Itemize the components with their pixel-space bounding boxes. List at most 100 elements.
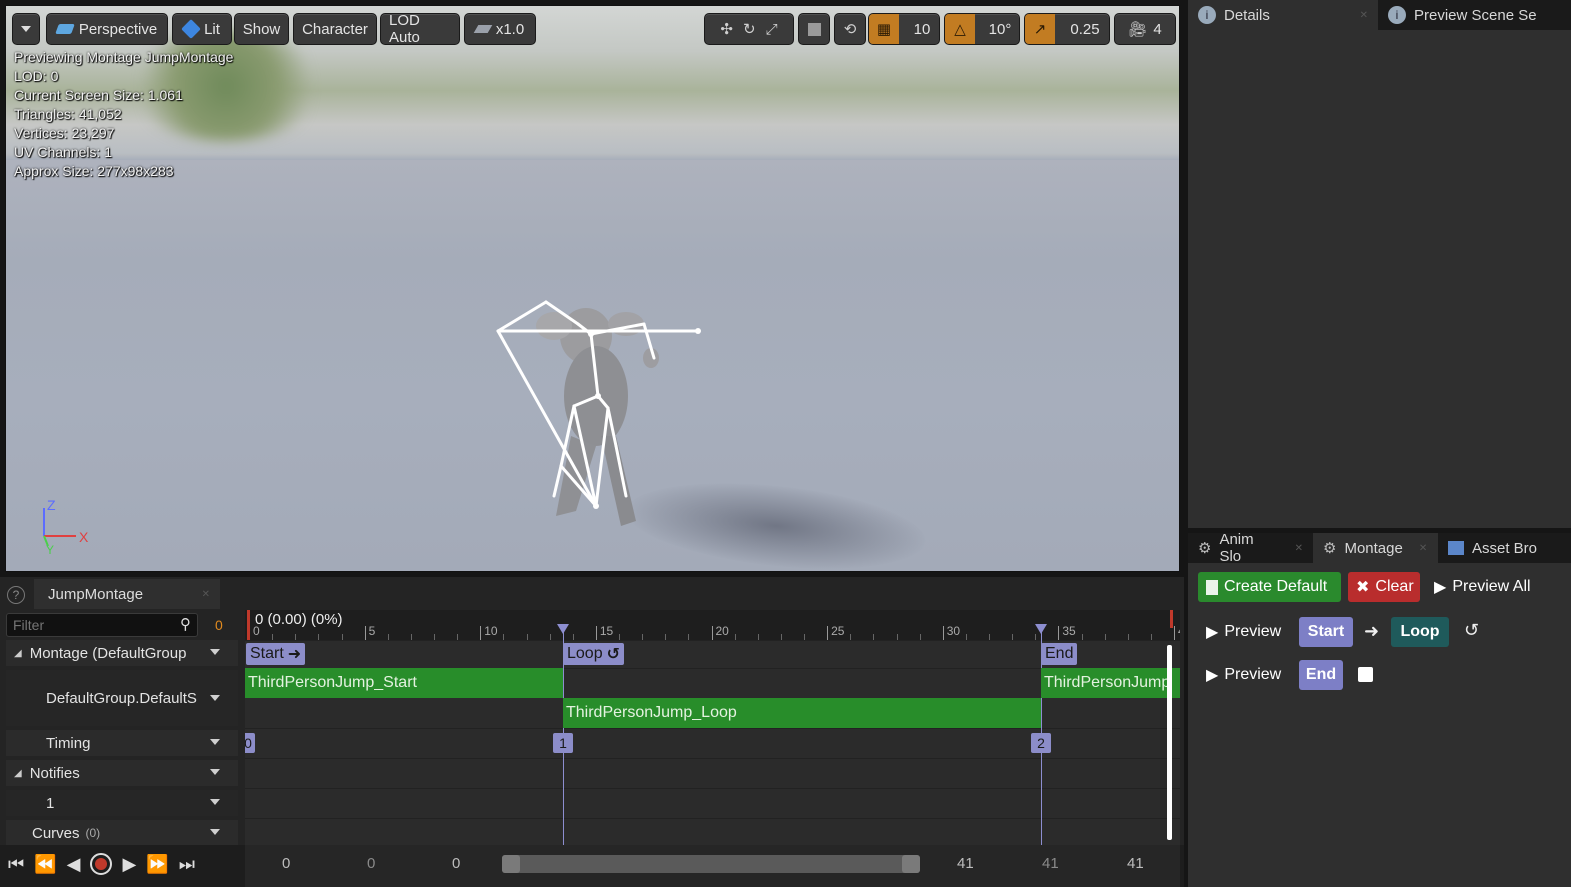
work-start[interactable]: 0 xyxy=(452,855,460,872)
preview-viewport[interactable]: Perspective Lit Show Character LOD Auto … xyxy=(5,5,1180,572)
character-label: Character xyxy=(302,20,368,38)
section-flag-icon[interactable] xyxy=(1035,624,1047,634)
section-marker-loop[interactable]: Loop ↺ xyxy=(563,643,624,665)
chevron-down-icon[interactable] xyxy=(210,769,220,775)
surface-snap-button[interactable]: ⟲ xyxy=(834,13,866,45)
lit-button[interactable]: Lit xyxy=(172,13,232,45)
chevron-down-icon[interactable] xyxy=(210,649,220,655)
filter-count: 0 xyxy=(215,617,223,633)
collapse-icon[interactable]: ◢ xyxy=(14,768,22,779)
tab-montage-label: Montage xyxy=(1344,539,1403,557)
tab-jump-montage[interactable]: JumpMontage ✕ xyxy=(34,579,220,609)
section-label: End xyxy=(1045,645,1074,662)
transport-controls: ⏮ ⏪ ◀ ▶ ⏩ ⏭ xyxy=(8,853,195,875)
tick-mark xyxy=(1058,626,1060,640)
track-timing[interactable]: Timing xyxy=(6,730,238,756)
tab-asset-browser[interactable]: Asset Bro xyxy=(1438,533,1571,563)
range-end[interactable]: 41 xyxy=(1042,855,1059,872)
show-button[interactable]: Show xyxy=(234,13,289,45)
scale-snap-button[interactable]: ↗ 0.25 xyxy=(1024,13,1110,45)
perspective-button[interactable]: Perspective xyxy=(46,13,168,45)
camera-icon: 🎥︎ xyxy=(1128,21,1148,38)
step-forward-icon[interactable]: ⏩ xyxy=(146,854,168,875)
record-icon[interactable] xyxy=(90,853,113,875)
filter-box[interactable]: ⚲ xyxy=(6,613,198,637)
tab-details[interactable]: i Details ✕ xyxy=(1188,0,1378,30)
filter-input[interactable] xyxy=(7,614,167,636)
play-icon[interactable]: ▶ xyxy=(122,854,136,875)
close-icon[interactable]: ✕ xyxy=(202,589,210,600)
transform-tools[interactable]: ✣ ↻ ⤢ xyxy=(704,13,794,45)
lod-button[interactable]: LOD Auto xyxy=(380,12,460,46)
translate-icon[interactable]: ✣ xyxy=(720,20,733,38)
grid-snap-button[interactable]: ▦ 10 xyxy=(868,13,940,45)
clear-button[interactable]: ✖ Clear xyxy=(1348,572,1420,602)
close-icon[interactable]: ✕ xyxy=(1360,10,1368,21)
range-start[interactable]: 0 xyxy=(367,855,375,872)
segment-jump-start[interactable]: ThirdPersonJump_Start xyxy=(245,668,563,698)
section-start-pill[interactable]: Start xyxy=(1299,617,1353,647)
tick-label: 10 xyxy=(484,624,498,638)
track-label: Notifies xyxy=(29,764,80,782)
create-default-button[interactable]: Create Default xyxy=(1198,572,1341,602)
preview-section-button[interactable]: ▶ Preview xyxy=(1198,617,1293,647)
skip-to-end-icon[interactable]: ⏭ xyxy=(179,854,195,875)
view-start[interactable]: 0 xyxy=(282,855,290,872)
play-reverse-icon[interactable]: ◀ xyxy=(67,854,81,875)
scale-icon[interactable]: ⤢ xyxy=(766,21,778,38)
vertical-scrollbar[interactable] xyxy=(1167,645,1172,840)
playback-speed-button[interactable]: x1.0 xyxy=(464,13,536,45)
section-marker-end[interactable]: End xyxy=(1041,643,1078,665)
tab-montage[interactable]: ⚙ Montage ✕ xyxy=(1313,533,1438,563)
work-end[interactable]: 41 xyxy=(957,855,974,872)
skip-to-start-icon[interactable]: ⏮ xyxy=(8,854,24,875)
segment-jump-end[interactable]: ThirdPersonJump xyxy=(1041,668,1180,698)
track-notifies[interactable]: ◢ Notifies xyxy=(6,760,238,786)
chevron-down-icon[interactable] xyxy=(210,695,220,701)
section-flag-icon[interactable] xyxy=(557,624,569,634)
axis-y-label: Y xyxy=(46,543,54,556)
segment-jump-loop[interactable]: ThirdPersonJump_Loop xyxy=(563,698,1041,728)
character-button[interactable]: Character xyxy=(293,13,377,45)
track-notify-1[interactable]: 1 xyxy=(6,790,238,816)
timing-marker[interactable]: 0 xyxy=(245,733,255,753)
stat-line: LOD: 0 xyxy=(14,68,59,84)
search-icon[interactable]: ⚲ xyxy=(180,615,191,633)
viewport-options-dropdown[interactable] xyxy=(12,13,40,45)
character-mannequin[interactable] xyxy=(486,286,716,546)
timing-label: 2 xyxy=(1037,735,1045,751)
section-loop-pill[interactable]: Loop xyxy=(1391,617,1449,647)
view-end[interactable]: 41 xyxy=(1127,855,1144,872)
rotation-snap-button[interactable]: △ 10° xyxy=(944,13,1020,45)
section-marker-start[interactable]: Start ➜ xyxy=(246,643,306,665)
preview-all-button[interactable]: ▶ Preview All xyxy=(1426,572,1556,602)
chevron-down-icon[interactable] xyxy=(210,799,220,805)
playhead[interactable] xyxy=(247,610,250,640)
playhead-readout: 0 (0.00) (0%) xyxy=(255,611,343,628)
camera-speed-button[interactable]: 🎥︎ 4 xyxy=(1114,13,1176,45)
timing-marker[interactable]: 2 xyxy=(1031,733,1051,753)
tick-label: 20 xyxy=(715,624,729,638)
chevron-down-icon[interactable] xyxy=(210,829,220,835)
close-icon[interactable]: ✕ xyxy=(1419,543,1427,554)
range-scrollbar[interactable] xyxy=(502,855,920,873)
close-icon[interactable]: ✕ xyxy=(1295,543,1303,554)
transport-bar: ⏮ ⏪ ◀ ▶ ⏩ ⏭ xyxy=(0,845,1184,887)
loop-icon[interactable]: ↺ xyxy=(1464,620,1479,641)
help-icon[interactable]: ? xyxy=(7,586,25,604)
stop-square-icon[interactable] xyxy=(1358,667,1373,682)
track-slot[interactable]: DefaultGroup.DefaultS xyxy=(6,670,238,726)
tab-anim-slot[interactable]: ⚙ Anim Slo ✕ xyxy=(1188,531,1313,565)
track-curves[interactable]: Curves (0) xyxy=(6,820,238,846)
rotate-icon[interactable]: ↻ xyxy=(743,20,756,38)
timing-marker[interactable]: 1 xyxy=(553,733,573,753)
world-local-toggle[interactable] xyxy=(798,13,830,45)
preview-section-button-2[interactable]: ▶ Preview xyxy=(1198,660,1293,690)
step-back-icon[interactable]: ⏪ xyxy=(34,854,56,875)
section-end-pill[interactable]: End xyxy=(1299,660,1343,690)
collapse-icon[interactable]: ◢ xyxy=(14,648,22,659)
tab-preview-scene[interactable]: i Preview Scene Se xyxy=(1378,0,1568,30)
montage-timeline[interactable]: 0 5 10 15 20 25 30 35 40 0 (0.00) (0%) Start ➜ L… xyxy=(245,610,1180,845)
chevron-down-icon[interactable] xyxy=(210,739,220,745)
track-montage-group[interactable]: ◢ Montage (DefaultGroup xyxy=(6,640,238,666)
